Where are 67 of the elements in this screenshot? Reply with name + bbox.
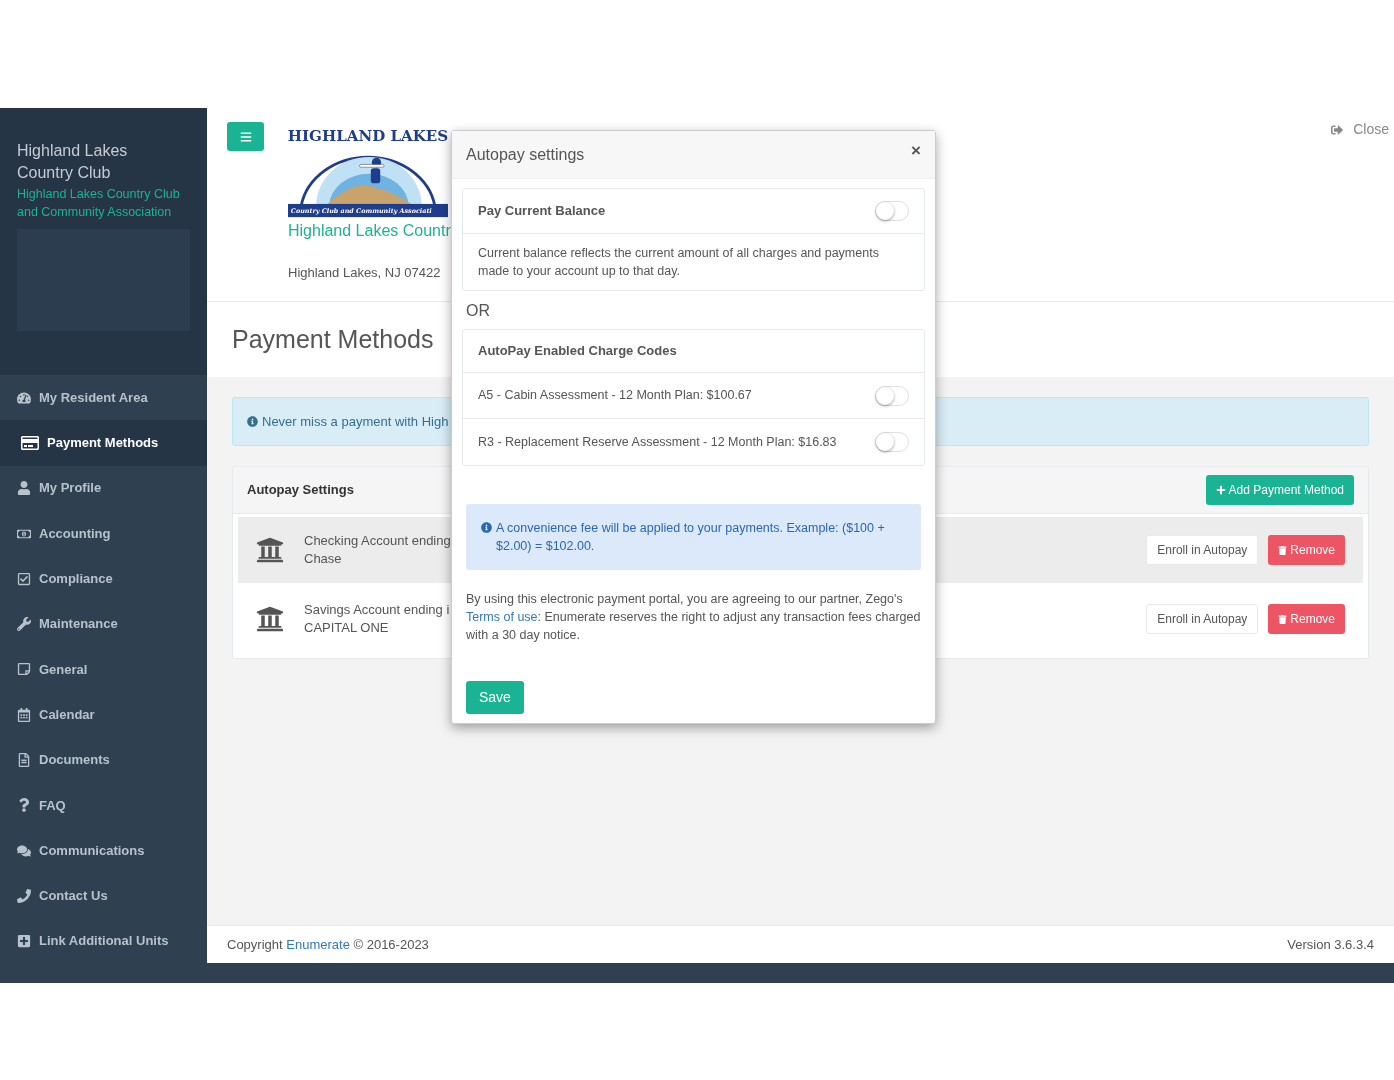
sidebar-item[interactable]: General — [0, 646, 207, 693]
sidebar-item[interactable]: Accounting — [0, 510, 207, 557]
charge-code-label: A5 - Cabin Assessment - 12 Month Plan: $100.67 — [478, 387, 752, 405]
enroll-autopay-button[interactable]: Enroll in Autopay — [1146, 604, 1259, 634]
bank-icon — [256, 605, 284, 633]
info-icon — [481, 522, 492, 533]
document-icon — [17, 753, 31, 767]
remove-button[interactable]: Remove — [1268, 535, 1345, 565]
sidebar-item[interactable]: Documents — [0, 737, 207, 783]
user-icon — [17, 481, 31, 496]
charge-code-label: R3 - Replacement Reserve Assessment - 12 Month Plan: $16.83 — [478, 433, 837, 451]
sidebar-item[interactable]: Maintenance — [0, 601, 207, 647]
account-name: Savings Account ending i — [304, 601, 450, 619]
dialog-title: Autopay settings — [466, 144, 585, 165]
sidebar-item[interactable]: My Profile — [0, 465, 207, 511]
chat-icon — [17, 843, 31, 858]
info-icon — [247, 416, 258, 427]
trash-icon — [1278, 545, 1288, 555]
menu-button[interactable] — [227, 122, 264, 151]
sidebar-item[interactable]: Calendar — [0, 692, 207, 738]
club-title: Highland Lakes Country Club — [17, 141, 129, 183]
fee-alert-text: A convenience fee will be applied to your payments. Example: ($100 + $2.00) = $102.00. — [496, 520, 886, 555]
question-icon — [17, 798, 31, 813]
enumerate-link[interactable]: Enumerate — [286, 936, 350, 952]
or-label: OR — [465, 301, 491, 321]
remove-button[interactable]: Remove — [1268, 604, 1345, 634]
charge-codes-title: AutoPay Enabled Charge Codes — [478, 342, 677, 361]
sidebar-item[interactable]: FAQ — [0, 782, 207, 828]
sidebar-item[interactable]: Link Additional Units — [0, 918, 207, 964]
club-subtitle: Highland Lakes Country Club and Community Association — [17, 186, 181, 221]
sidebar-item[interactable]: Payment Methods — [0, 420, 207, 466]
page-title: Payment Methods — [232, 323, 434, 355]
close-link[interactable]: Close — [1331, 119, 1389, 140]
panel-title: Autopay Settings — [247, 481, 354, 500]
wrench-icon — [17, 617, 31, 632]
sidebar-item[interactable]: Compliance — [0, 556, 207, 602]
note-icon — [17, 662, 31, 677]
bank-name: CAPITAL ONE — [304, 619, 390, 637]
phone-icon — [17, 888, 31, 903]
terms-link[interactable]: Terms of use — [466, 610, 538, 624]
copyright-text: Copyright Enumerate © 2016-2023 — [227, 935, 429, 954]
plus-icon — [1215, 485, 1226, 495]
trash-icon — [1278, 614, 1288, 624]
calendar-icon — [17, 707, 31, 722]
balance-description: Current balance reflects the current amount of all charges and payments made to your account up to that day. — [477, 245, 880, 280]
address: Highland Lakes, NJ 07422 — [288, 264, 442, 282]
logout-icon — [1331, 123, 1344, 136]
alert-text: Never miss a payment with High — [262, 412, 449, 431]
sidebar-item[interactable]: My Resident Area — [0, 375, 207, 421]
org-name: Highland Lakes Countr — [288, 221, 451, 241]
account-name: Checking Account ending — [304, 532, 451, 550]
sidebar-item[interactable]: Contact Us — [0, 873, 207, 919]
enroll-autopay-button[interactable]: Enroll in Autopay — [1146, 535, 1259, 565]
bank-name: Chase — [304, 550, 343, 568]
balance-label: Pay Current Balance — [478, 202, 606, 221]
toggle-switch[interactable] — [875, 201, 909, 221]
toggle-switch[interactable] — [875, 432, 909, 452]
close-button[interactable]: × — [911, 137, 921, 164]
checkbox-icon — [17, 571, 31, 586]
sidebar-item[interactable]: Communications — [0, 827, 207, 874]
menu-icon — [239, 130, 252, 143]
bank-icon — [256, 536, 284, 564]
toggle-switch[interactable] — [875, 385, 909, 406]
dashboard-icon — [17, 390, 31, 405]
terms-text: By using this electronic payment portal, you are agreeing to our partner, Zego's Terms of use: Enumerate reserves the right to adjust any transaction fees charged with a 30 day notice. — [465, 591, 922, 644]
credit-card-icon — [21, 433, 39, 452]
version-text: Version 3.6.3.4 — [1287, 935, 1374, 954]
